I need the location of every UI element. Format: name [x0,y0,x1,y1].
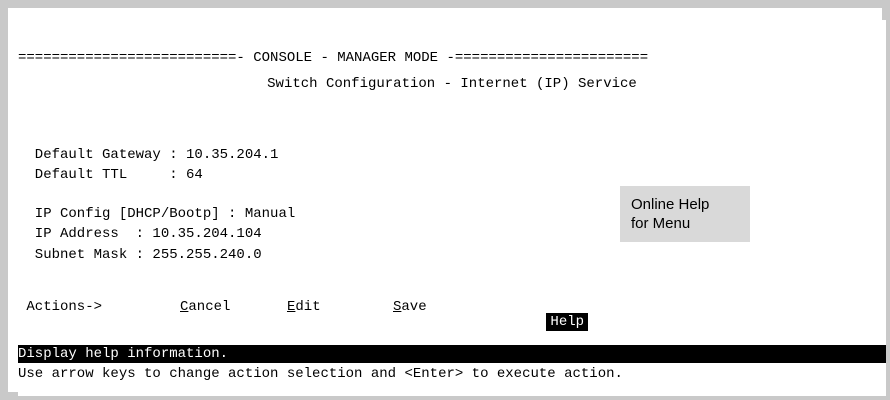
save-action[interactable]: Save [393,299,427,315]
actions-label: Actions-> [18,299,103,315]
ip-address-field[interactable]: IP Address : 10.35.204.104 [18,226,262,242]
callout-line-1: Online Help [631,196,710,213]
default-ttl-field[interactable]: Default TTL : 64 [18,167,203,183]
console-window-frame: ==========================- CONSOLE - MA… [0,0,890,400]
header-banner: ==========================- CONSOLE - MA… [18,50,649,66]
subnet-mask-field[interactable]: Subnet Mask : 255.255.240.0 [18,247,262,263]
ip-config-field[interactable]: IP Config [DHCP/Bootp] : Manual [18,206,295,222]
edit-action[interactable]: Edit [287,299,321,315]
online-help-callout: Online Help for Menu [620,186,750,242]
instruction-line: Use arrow keys to change action selectio… [18,366,623,382]
status-help-line: Display help information. [18,345,886,363]
cancel-action[interactable]: Cancel [180,299,230,315]
default-gateway-field[interactable]: Default Gateway : 10.35.204.1 [18,147,279,163]
help-action[interactable]: Help [546,313,589,331]
callout-line-2: for Menu [631,215,691,232]
screen-title: Switch Configuration - Internet (IP) Ser… [267,76,637,92]
terminal-screen: ==========================- CONSOLE - MA… [18,20,886,396]
